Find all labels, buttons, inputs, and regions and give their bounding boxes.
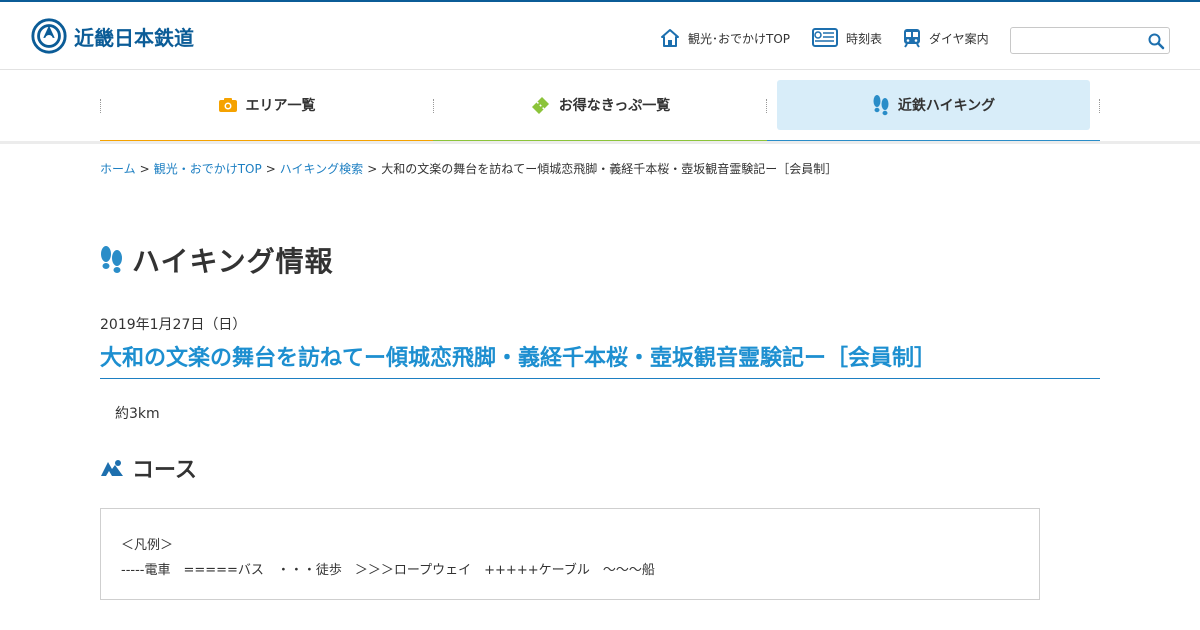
event-title: 大和の文楽の舞台を訪ねてー傾城恋飛脚・義経千本桜・壺坂観音霊験記ー［会員制］ bbox=[100, 340, 1100, 379]
header-link-label: ダイヤ案内 bbox=[929, 31, 989, 46]
gnav-item-hiking[interactable]: 近鉄ハイキング bbox=[777, 80, 1090, 130]
gnav-item-tickets[interactable]: お得なきっぷ一覧 bbox=[433, 80, 766, 130]
header-link-sightseeing-top[interactable]: 観光･おでかけTOP bbox=[660, 26, 790, 50]
nav-separator bbox=[1099, 99, 1100, 113]
camera-icon bbox=[218, 98, 237, 112]
header-link-timetable[interactable]: 時刻表 bbox=[812, 26, 882, 50]
breadcrumb-separator: > bbox=[367, 162, 378, 176]
site-logo[interactable]: 近畿日本鉄道 bbox=[30, 16, 194, 56]
event-date: 2019年1月27日（日） bbox=[100, 317, 247, 333]
gnav-label: エリア一覧 bbox=[245, 98, 316, 114]
page-title-text: ハイキング情報 bbox=[132, 245, 334, 278]
home-icon bbox=[661, 29, 679, 47]
header-link-label: 時刻表 bbox=[846, 31, 883, 46]
gnav-underline bbox=[0, 141, 1200, 144]
nav-separator bbox=[766, 99, 767, 113]
course-distance: 約3km bbox=[115, 406, 160, 422]
mountain-map-icon bbox=[101, 460, 123, 476]
brand-name: 近畿日本鉄道 bbox=[74, 25, 194, 50]
course-heading-text: コース bbox=[132, 458, 197, 483]
course-heading: コース bbox=[100, 452, 197, 484]
breadcrumb-separator: > bbox=[139, 162, 150, 176]
breadcrumb-separator: > bbox=[265, 162, 276, 176]
legend-text: -----電車 =====バス ・・・徒歩 ＞＞＞ロープウェイ +++++ケーブ… bbox=[121, 563, 655, 578]
gnav-label: 近鉄ハイキング bbox=[897, 98, 996, 114]
gnav-label: お得なきっぷ一覧 bbox=[558, 98, 671, 114]
ticket-icon bbox=[531, 97, 549, 114]
course-legend-box: ＜凡例＞ -----電車 =====バス ・・・徒歩 ＞＞＞ロープウェイ +++… bbox=[100, 508, 1040, 600]
footprints-icon bbox=[101, 246, 122, 273]
search-input[interactable] bbox=[1011, 28, 1143, 53]
global-nav: エリア一覧 お得なきっぷ一覧 近鉄ハイキング bbox=[100, 80, 1100, 144]
footprints-icon bbox=[873, 95, 889, 116]
breadcrumb-link-hiking-search[interactable]: ハイキング検索 bbox=[280, 162, 363, 176]
site-header: 近畿日本鉄道 観光･おでかけTOP 時刻表 ダイヤ案内 bbox=[0, 2, 1200, 70]
breadcrumb: ホーム > 観光・おでかけTOP > ハイキング検索 > 大和の文楽の舞台を訪ねてー傾城恋飛… bbox=[100, 160, 837, 177]
train-icon bbox=[904, 29, 920, 48]
kintetsu-logo-icon bbox=[31, 18, 67, 54]
legend-title: ＜凡例＞ bbox=[121, 538, 174, 553]
breadcrumb-current: 大和の文楽の舞台を訪ねてー傾城恋飛脚・義経千本桜・壺坂観音霊験記ー［会員制］ bbox=[381, 162, 838, 176]
gnav-item-area-list[interactable]: エリア一覧 bbox=[100, 80, 433, 130]
header-link-label: 観光･おでかけTOP bbox=[688, 31, 791, 46]
breadcrumb-link-sightseeing-top[interactable]: 観光・おでかけTOP bbox=[154, 162, 262, 176]
timetable-icon bbox=[812, 28, 838, 47]
site-search bbox=[1010, 27, 1170, 54]
breadcrumb-link-home[interactable]: ホーム bbox=[100, 162, 136, 176]
page-title: ハイキング情報 bbox=[100, 240, 334, 280]
header-link-dia-guide[interactable]: ダイヤ案内 bbox=[903, 26, 989, 50]
search-icon[interactable] bbox=[1147, 32, 1165, 50]
